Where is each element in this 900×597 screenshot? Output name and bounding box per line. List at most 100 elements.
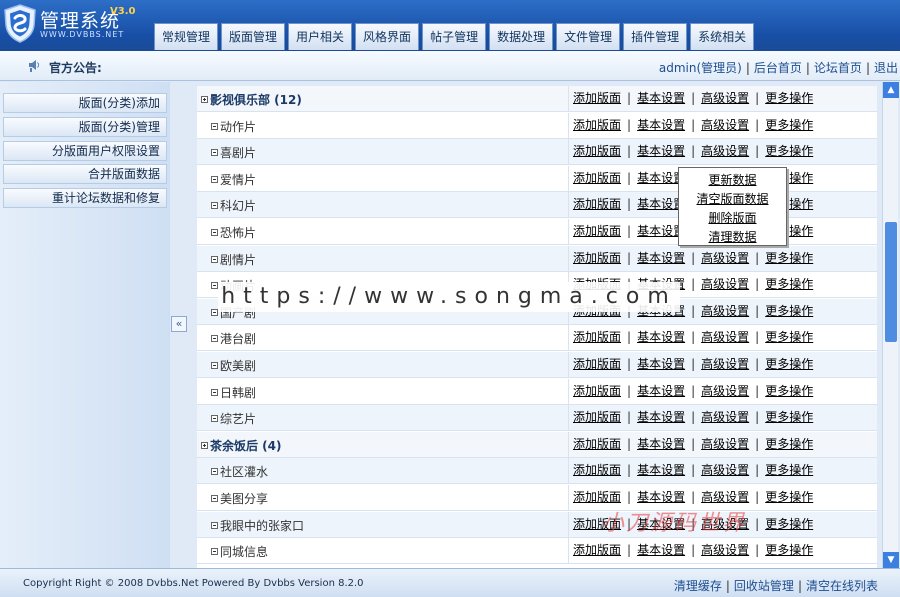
more-actions-link[interactable]: 更多操作 xyxy=(765,463,813,477)
menu-item-clear-board-data[interactable]: 清空版面数据 xyxy=(679,190,786,209)
advanced-settings-link[interactable]: 高级设置 xyxy=(701,118,749,132)
advanced-settings-link[interactable]: 高级设置 xyxy=(701,463,749,477)
more-actions-link[interactable]: 更多操作 xyxy=(765,304,813,318)
add-board-link[interactable]: 添加版面 xyxy=(573,330,621,344)
more-actions-link[interactable]: 更多操作 xyxy=(765,144,813,158)
basic-settings-link[interactable]: 基本设置 xyxy=(637,384,685,398)
scroll-down-icon[interactable]: ▼ xyxy=(883,552,899,568)
advanced-settings-link[interactable]: 高级设置 xyxy=(701,357,749,371)
forum-home-link[interactable]: 论坛首页 xyxy=(814,61,862,75)
expand-plus-icon[interactable] xyxy=(201,441,208,449)
scroll-up-icon[interactable]: ▲ xyxy=(883,82,899,98)
tree-minus-icon[interactable] xyxy=(211,548,218,556)
add-board-link[interactable]: 添加版面 xyxy=(573,543,621,557)
basic-settings-link[interactable]: 基本设置 xyxy=(637,543,685,557)
basic-settings-link[interactable]: 基本设置 xyxy=(637,118,685,132)
more-actions-link[interactable]: 更多操作 xyxy=(765,91,813,105)
basic-settings-link[interactable]: 基本设置 xyxy=(637,330,685,344)
advanced-settings-link[interactable]: 高级设置 xyxy=(701,490,749,504)
advanced-settings-link[interactable]: 高级设置 xyxy=(701,543,749,557)
clear-cache-link[interactable]: 清理缓存 xyxy=(674,579,722,593)
menu-item-clean-data[interactable]: 清理数据 xyxy=(679,228,786,247)
more-actions-link[interactable]: 更多操作 xyxy=(765,118,813,132)
basic-settings-link[interactable]: 基本设置 xyxy=(637,490,685,504)
advanced-settings-link[interactable]: 高级设置 xyxy=(701,251,749,265)
basic-settings-link[interactable]: 基本设置 xyxy=(637,357,685,371)
tree-minus-icon[interactable] xyxy=(211,175,218,183)
tree-minus-icon[interactable] xyxy=(211,468,218,476)
vertical-scrollbar[interactable]: ▲ ▼ xyxy=(882,82,899,568)
tree-minus-icon[interactable] xyxy=(211,362,218,369)
menu-item-delete-board[interactable]: 删除版面 xyxy=(679,209,786,228)
tree-minus-icon[interactable] xyxy=(211,229,218,236)
add-board-link[interactable]: 添加版面 xyxy=(573,118,621,132)
advanced-settings-link[interactable]: 高级设置 xyxy=(701,410,749,424)
advanced-settings-link[interactable]: 高级设置 xyxy=(701,330,749,344)
more-actions-link[interactable]: 更多操作 xyxy=(765,517,813,531)
logout-link[interactable]: 退出 xyxy=(874,61,898,75)
nav-tab[interactable]: 插件管理 xyxy=(623,23,688,50)
basic-settings-link[interactable]: 基本设置 xyxy=(637,437,685,451)
nav-tab[interactable]: 系统相关 xyxy=(690,23,755,50)
add-board-link[interactable]: 添加版面 xyxy=(573,384,621,398)
admin-user-link[interactable]: admin(管理员) xyxy=(659,61,742,75)
tree-minus-icon[interactable] xyxy=(211,388,218,396)
advanced-settings-link[interactable]: 高级设置 xyxy=(701,277,749,291)
tree-minus-icon[interactable] xyxy=(211,149,218,157)
sidebar-item-recount-repair[interactable]: 重计论坛数据和修复 xyxy=(3,188,167,208)
add-board-link[interactable]: 添加版面 xyxy=(573,144,621,158)
basic-settings-link[interactable]: 基本设置 xyxy=(637,144,685,158)
recycle-bin-link[interactable]: 回收站管理 xyxy=(734,579,794,593)
add-board-link[interactable]: 添加版面 xyxy=(573,91,621,105)
add-board-link[interactable]: 添加版面 xyxy=(573,410,621,424)
tree-minus-icon[interactable] xyxy=(211,415,218,423)
add-board-link[interactable]: 添加版面 xyxy=(573,490,621,504)
sidebar-item-board-permissions[interactable]: 分版面用户权限设置 xyxy=(3,141,167,161)
menu-item-update-data[interactable]: 更新数据 xyxy=(679,171,786,190)
basic-settings-link[interactable]: 基本设置 xyxy=(637,463,685,477)
sidebar-item-manage-board[interactable]: 版面(分类)管理 xyxy=(3,117,167,137)
tree-minus-icon[interactable] xyxy=(211,202,218,210)
admin-home-link[interactable]: 后台首页 xyxy=(754,61,802,75)
add-board-link[interactable]: 添加版面 xyxy=(573,357,621,371)
nav-tab[interactable]: 用户相关 xyxy=(288,23,353,50)
more-actions-link[interactable]: 更多操作 xyxy=(765,410,813,424)
basic-settings-link[interactable]: 基本设置 xyxy=(637,91,685,105)
sidebar-item-add-board[interactable]: 版面(分类)添加 xyxy=(3,93,167,113)
add-board-link[interactable]: 添加版面 xyxy=(573,171,621,185)
advanced-settings-link[interactable]: 高级设置 xyxy=(701,144,749,158)
nav-tab[interactable]: 常规管理 xyxy=(154,23,219,50)
more-actions-link[interactable]: 更多操作 xyxy=(765,437,813,451)
tree-minus-icon[interactable] xyxy=(211,282,218,290)
basic-settings-link[interactable]: 基本设置 xyxy=(637,410,685,424)
advanced-settings-link[interactable]: 高级设置 xyxy=(701,437,749,451)
more-actions-link[interactable]: 更多操作 xyxy=(765,384,813,398)
more-actions-link[interactable]: 更多操作 xyxy=(765,490,813,504)
collapse-sidebar-button[interactable]: « xyxy=(171,316,187,332)
add-board-link[interactable]: 添加版面 xyxy=(573,224,621,238)
add-board-link[interactable]: 添加版面 xyxy=(573,463,621,477)
add-board-link[interactable]: 添加版面 xyxy=(573,197,621,211)
more-actions-link[interactable]: 更多操作 xyxy=(765,357,813,371)
add-board-link[interactable]: 添加版面 xyxy=(573,251,621,265)
more-actions-link[interactable]: 更多操作 xyxy=(765,277,813,291)
more-actions-link[interactable]: 更多操作 xyxy=(765,543,813,557)
nav-tab[interactable]: 版面管理 xyxy=(221,23,286,50)
nav-tab[interactable]: 数据处理 xyxy=(489,23,554,50)
more-actions-link[interactable]: 更多操作 xyxy=(765,330,813,344)
expand-plus-icon[interactable] xyxy=(201,96,208,103)
sidebar-item-merge-board[interactable]: 合并版面数据 xyxy=(3,164,167,184)
tree-minus-icon[interactable] xyxy=(211,255,218,263)
advanced-settings-link[interactable]: 高级设置 xyxy=(701,384,749,398)
basic-settings-link[interactable]: 基本设置 xyxy=(637,251,685,265)
more-actions-link[interactable]: 更多操作 xyxy=(765,251,813,265)
tree-minus-icon[interactable] xyxy=(211,495,218,502)
nav-tab[interactable]: 帖子管理 xyxy=(422,23,487,50)
advanced-settings-link[interactable]: 高级设置 xyxy=(701,91,749,105)
tree-minus-icon[interactable] xyxy=(211,308,218,316)
nav-tab[interactable]: 文件管理 xyxy=(556,23,621,50)
advanced-settings-link[interactable]: 高级设置 xyxy=(701,304,749,318)
add-board-link[interactable]: 添加版面 xyxy=(573,437,621,451)
tree-minus-icon[interactable] xyxy=(211,335,218,343)
clear-online-list-link[interactable]: 清空在线列表 xyxy=(806,579,878,593)
